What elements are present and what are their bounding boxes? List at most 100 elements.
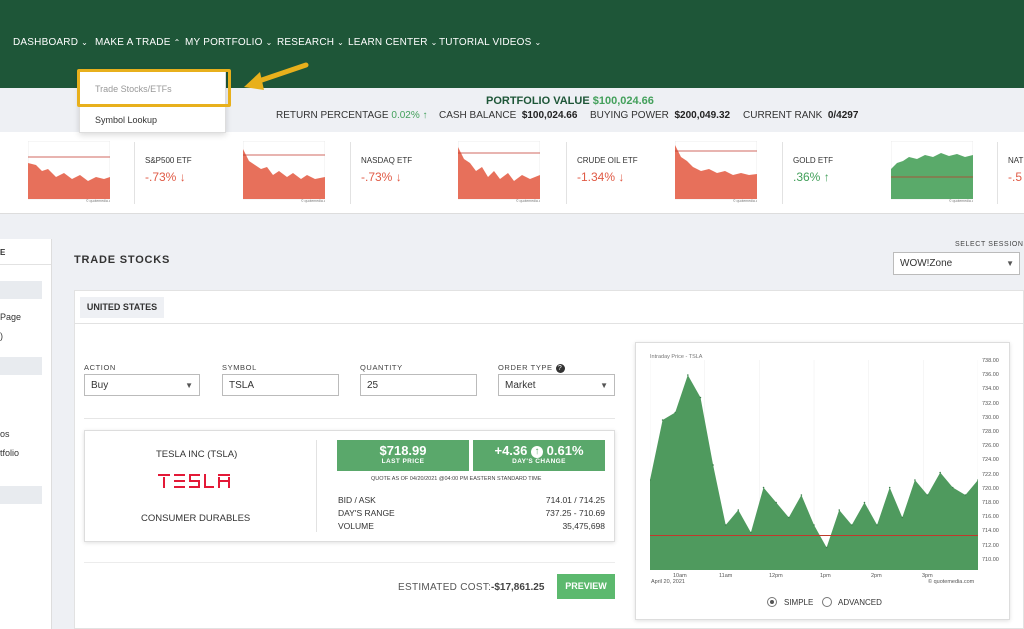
buying-power: BUYING POWER $200,049.32 [590, 110, 730, 121]
help-icon[interactable]: ? [555, 364, 565, 373]
action-label: ACTION [84, 363, 116, 372]
chart-point [977, 479, 978, 481]
chart-point [775, 501, 777, 504]
nav-make-a-trade-label: MAKE A TRADE [95, 37, 171, 48]
nav-tutorial-videos-label: TUTORIAL VIDEOS [439, 37, 532, 48]
chart-point [712, 464, 714, 466]
chart-point [724, 524, 727, 526]
svg-text:© quotemedia.com: © quotemedia.com [301, 199, 325, 203]
y-tick-label: 730.00 [982, 414, 999, 421]
sidebar-item[interactable]: ) [0, 331, 3, 341]
estimated-cost-label: ESTIMATED COST: [398, 582, 492, 593]
order-type-select[interactable]: Market ▼ [498, 374, 615, 396]
y-tick-label: 710.00 [982, 556, 999, 563]
day-range-value: 737.25 - 710.69 [545, 508, 605, 518]
chevron-up-icon: ⌃ [173, 38, 181, 47]
sidebar-item[interactable]: Page [0, 312, 21, 322]
rank-value: 0/4297 [827, 110, 859, 121]
tab-united-states[interactable]: UNITED STATES [80, 297, 164, 318]
chart-point [825, 546, 828, 549]
bid-ask-label: BID / ASK [338, 495, 376, 505]
tab-divider [74, 323, 1024, 324]
caret-down-icon: ▼ [600, 381, 608, 390]
market-ticker-strip: © quotemedia.com S&P500 ETF -.73% ↓ © qu… [0, 132, 1024, 214]
ticker-mini-chart: © quotemedia.com [458, 141, 540, 203]
chevron-down-icon: ⌄ [81, 38, 89, 47]
day-change-box: +4.36 ↑ 0.61% DAY'S CHANGE [473, 440, 605, 471]
intraday-chart [650, 360, 978, 570]
order-type-label-wrap: ORDER TYPE? [498, 363, 565, 373]
arrow-up-icon: ↑ [419, 110, 428, 121]
y-tick-label: 738.00 [982, 358, 999, 364]
nav-my-portfolio[interactable]: MY PORTFOLIO ⌄ [185, 37, 273, 48]
bid-ask-row: BID / ASK 714.01 / 714.25 [338, 495, 605, 505]
volume-value: 35,475,698 [562, 521, 605, 531]
nav-learn-center[interactable]: LEARN CENTER ⌄ [348, 37, 438, 48]
portfolio-value: PORTFOLIO VALUE $100,024.66 [486, 95, 654, 107]
advanced-radio[interactable] [822, 597, 832, 607]
cash-value: $100,024.66 [521, 110, 578, 121]
chart-date: April 20, 2021 [651, 579, 685, 585]
buying-label: BUYING POWER [590, 110, 669, 121]
rank-label: CURRENT RANK [743, 110, 823, 121]
ticker-mini-chart: © quotemedia.com [675, 141, 757, 203]
ticker-name: NASDAQ ETF [361, 156, 413, 165]
y-tick-label: 716.00 [982, 514, 999, 521]
chart-point [838, 509, 841, 511]
nav-make-a-trade[interactable]: MAKE A TRADE ⌃ [95, 37, 180, 48]
nav-research-label: RESEARCH [277, 37, 335, 48]
chart-point [661, 419, 664, 421]
annotation-arrow-icon [244, 62, 309, 90]
chart-point [926, 494, 929, 496]
ticker-name: NAT [1008, 156, 1024, 165]
preview-button[interactable]: PREVIEW [557, 574, 615, 599]
chart-point [800, 494, 803, 496]
current-rank: CURRENT RANK 0/4297 [743, 110, 858, 121]
action-select[interactable]: Buy ▼ [84, 374, 200, 396]
nav-tutorial-videos[interactable]: TUTORIAL VIDEOS ⌄ [439, 37, 541, 48]
quantity-value: 25 [367, 380, 379, 391]
x-tick-label: 12pm [769, 573, 783, 579]
session-value: WOW!Zone [900, 258, 953, 269]
simple-radio[interactable] [767, 597, 777, 607]
nav-research[interactable]: RESEARCH ⌄ [277, 37, 344, 48]
symbol-label: SYMBOL [222, 363, 257, 372]
menu-item-symbol-lookup[interactable]: Symbol Lookup [80, 115, 225, 125]
ticker-change: -1.34% ↓ [577, 170, 625, 184]
bid-ask-value: 714.01 / 714.25 [545, 495, 605, 505]
chart-source: © quotemedia.com [928, 579, 975, 585]
chevron-down-icon: ⌄ [265, 38, 273, 47]
portfolio-value-label: PORTFOLIO VALUE [486, 95, 590, 107]
sidebar-group [0, 281, 42, 299]
day-change-label: DAY'S CHANGE [512, 458, 566, 465]
chart-point [951, 486, 954, 489]
buying-value: $200,049.32 [674, 110, 731, 121]
session-select[interactable]: WOW!Zone ▼ [893, 252, 1020, 275]
chart-point [901, 516, 904, 519]
quote-timestamp: QUOTE AS OF 04/20/2021 @04:00 PM EASTERN… [371, 476, 542, 482]
ticker-divider [782, 142, 783, 204]
arrow-up-icon: ↑ [823, 170, 830, 184]
return-percentage: RETURN PERCENTAGE 0.02% ↑ [276, 110, 428, 121]
ticker-divider [350, 142, 351, 204]
chevron-down-icon: ⌄ [430, 38, 438, 47]
chevron-down-icon: ⌄ [337, 38, 345, 47]
ticker-change: .36% ↑ [793, 170, 830, 184]
sidebar-item[interactable]: tfolio [0, 448, 19, 458]
chart-point [813, 524, 815, 526]
ticker-name: CRUDE OIL ETF [577, 156, 638, 165]
quantity-input[interactable]: 25 [360, 374, 477, 396]
chart-point [939, 471, 941, 474]
sidebar-item[interactable]: os [0, 429, 10, 439]
return-label: RETURN PERCENTAGE [276, 110, 389, 121]
y-tick-label: 712.00 [982, 542, 999, 549]
svg-text:© quotemedia.com: © quotemedia.com [86, 199, 110, 203]
y-tick-label: 718.00 [982, 500, 999, 506]
chart-point [964, 494, 967, 496]
sidebar-header: E [0, 248, 6, 257]
ticker-change: -.5 [1008, 170, 1023, 184]
symbol-input[interactable]: TSLA [222, 374, 339, 396]
chart-point [674, 411, 677, 414]
nav-dashboard[interactable]: DASHBOARD ⌄ [13, 37, 88, 48]
last-price-box: $718.99 LAST PRICE [337, 440, 469, 471]
